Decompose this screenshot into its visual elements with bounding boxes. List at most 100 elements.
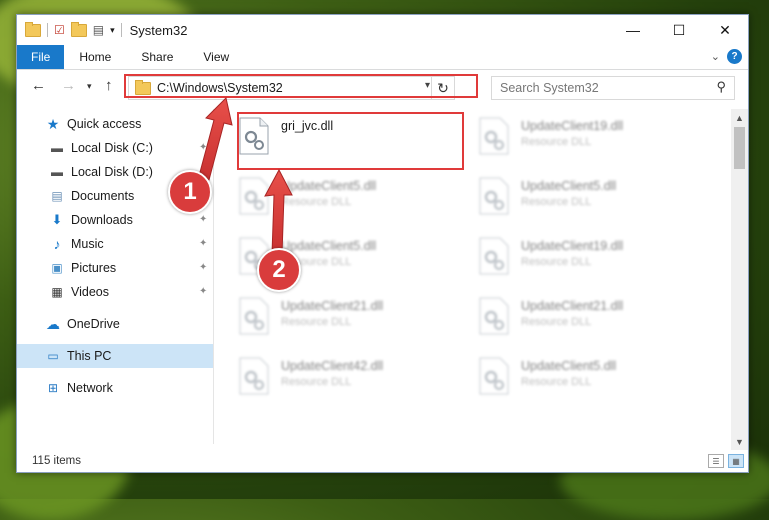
file-name: UpdateClient19.dll <box>521 239 624 253</box>
sidebar-item-local-disk-d[interactable]: ▬ Local Disk (D:) <box>49 161 153 183</box>
tab-share[interactable]: Share <box>126 45 188 69</box>
pane-divider <box>213 109 214 444</box>
details-view-icon[interactable]: ☰ <box>708 454 724 468</box>
sidebar-item-music[interactable]: ♪ Music <box>49 233 104 255</box>
status-bar: 115 items ☰ ▦ <box>17 450 748 472</box>
tiles-view-icon[interactable]: ▦ <box>728 454 744 468</box>
sidebar-item-label: OneDrive <box>67 317 120 331</box>
sidebar-item-quick-access[interactable]: ★ Quick access <box>45 113 142 135</box>
help-icon[interactable]: ? <box>727 49 742 64</box>
view-icon[interactable]: ▤ <box>93 23 104 37</box>
dll-file-icon <box>239 297 269 335</box>
sidebar-item-network[interactable]: ⊞ Network <box>45 377 113 399</box>
close-button[interactable]: ✕ <box>702 15 748 45</box>
item-count: 115 items <box>32 455 82 467</box>
scroll-thumb[interactable] <box>734 127 745 169</box>
sidebar-item-pictures[interactable]: ▣ Pictures <box>49 257 116 279</box>
window-title: System32 <box>129 22 188 38</box>
divider <box>120 23 122 37</box>
dll-file-icon <box>239 177 269 215</box>
pin-icon[interactable]: ✦ <box>199 262 207 273</box>
sidebar-item-label: Downloads <box>71 213 133 227</box>
expand-ribbon-icon[interactable]: ⌄ <box>711 50 720 63</box>
file-name: UpdateClient42.dll <box>281 359 384 373</box>
sidebar-item-label: Network <box>67 381 113 395</box>
search-input[interactable]: Search System32 ⚲ <box>491 76 735 100</box>
file-type: Resource DLL <box>521 196 592 208</box>
dll-file-icon <box>479 237 509 275</box>
sidebar-item-documents[interactable]: ▤ Documents <box>49 185 134 207</box>
tab-home[interactable]: Home <box>64 45 126 69</box>
scroll-up-icon[interactable]: ▲ <box>731 109 748 126</box>
dll-file-icon <box>479 297 509 335</box>
file-name: UpdateClient21.dll <box>281 299 384 313</box>
file-item[interactable]: UpdateClient21.dll Resource DLL <box>231 291 461 341</box>
folder-icon <box>25 21 41 37</box>
scroll-down-icon[interactable]: ▼ <box>731 433 748 450</box>
file-item[interactable]: UpdateClient21.dll Resource DLL <box>471 291 701 341</box>
videos-icon: ▦ <box>51 285 63 299</box>
dll-file-icon <box>479 357 509 395</box>
recent-locations-icon[interactable]: ▾ <box>87 81 92 92</box>
file-name: UpdateClient21.dll <box>521 299 624 313</box>
file-item[interactable]: UpdateClient42.dll Resource DLL <box>231 351 461 401</box>
pin-icon[interactable]: ✦ <box>199 142 207 153</box>
title-bar: ☑ ▤ ▾ System32 — ☐ ✕ <box>17 15 748 45</box>
sidebar-item-label: Quick access <box>67 117 142 131</box>
back-arrow-icon[interactable]: ← <box>31 77 46 94</box>
onedrive-icon: ☁ <box>46 315 60 332</box>
file-item[interactable]: UpdateClient19.dll Resource DLL <box>471 231 701 281</box>
forward-arrow-icon[interactable]: → <box>61 77 76 94</box>
annotation-highlight-address <box>124 74 478 98</box>
sidebar-item-label: Videos <box>71 285 109 299</box>
file-item[interactable]: UpdateClient5.dll Resource DLL <box>231 171 461 221</box>
file-name: UpdateClient5.dll <box>281 179 377 193</box>
properties-icon[interactable]: ☑ <box>54 23 65 37</box>
search-icon[interactable]: ⚲ <box>716 79 726 95</box>
drive-icon: ▬ <box>51 141 63 155</box>
file-name: UpdateClient5.dll <box>281 239 377 253</box>
file-type: Resource DLL <box>281 196 352 208</box>
step-badge-2: 2 <box>257 248 301 292</box>
sidebar-item-videos[interactable]: ▦ Videos <box>49 281 109 303</box>
navigation-bar: ← → ▾ ↑ C:\Windows\System32 ▾ ↻ Search S… <box>17 73 748 101</box>
file-name: UpdateClient19.dll <box>521 119 624 133</box>
downloads-icon: ⬇ <box>51 212 63 227</box>
pin-icon[interactable]: ✦ <box>199 286 207 297</box>
divider <box>47 23 48 37</box>
dll-file-icon <box>479 177 509 215</box>
tab-file[interactable]: File <box>17 45 65 69</box>
sidebar-item-label: Local Disk (D:) <box>71 165 153 179</box>
dll-file-icon <box>239 357 269 395</box>
tab-view[interactable]: View <box>188 45 244 69</box>
up-arrow-icon[interactable]: ↑ <box>105 77 113 94</box>
file-item[interactable]: UpdateClient19.dll Resource DLL <box>471 111 701 161</box>
file-name: UpdateClient5.dll <box>521 179 617 193</box>
pin-icon[interactable]: ✦ <box>199 238 207 249</box>
ribbon-tabs: File Home Share View ⌄ ? <box>17 45 748 70</box>
sidebar-item-label: This PC <box>67 349 112 363</box>
pictures-icon: ▣ <box>51 261 63 275</box>
explorer-window: ☑ ▤ ▾ System32 — ☐ ✕ File Home Share Vie… <box>16 14 749 473</box>
vertical-scrollbar[interactable]: ▲ ▼ <box>731 109 748 450</box>
sidebar-item-onedrive[interactable]: ☁ OneDrive <box>45 313 120 335</box>
sidebar-item-label: Documents <box>71 189 135 203</box>
sidebar-item-local-disk-c[interactable]: ▬ Local Disk (C:) <box>49 137 153 159</box>
pin-icon[interactable]: ✦ <box>199 214 207 225</box>
step-badge-1: 1 <box>168 170 212 214</box>
sidebar-item-label: Music <box>71 237 104 251</box>
new-folder-icon[interactable] <box>70 21 87 37</box>
maximize-button[interactable]: ☐ <box>656 15 702 45</box>
file-type: Resource DLL <box>521 136 592 148</box>
file-type: Resource DLL <box>281 376 352 388</box>
file-item[interactable]: UpdateClient5.dll Resource DLL <box>471 351 701 401</box>
sidebar-item-this-pc[interactable]: ▭ This PC <box>45 345 111 367</box>
sidebar-item-downloads[interactable]: ⬇ Downloads <box>49 209 133 231</box>
file-type: Resource DLL <box>521 256 592 268</box>
search-placeholder: Search System32 <box>500 81 599 95</box>
minimize-button[interactable]: — <box>610 15 656 45</box>
customize-dropdown-icon[interactable]: ▾ <box>110 25 115 36</box>
documents-icon: ▤ <box>51 189 63 203</box>
file-item[interactable]: UpdateClient5.dll Resource DLL <box>471 171 701 221</box>
star-icon: ★ <box>46 115 60 132</box>
